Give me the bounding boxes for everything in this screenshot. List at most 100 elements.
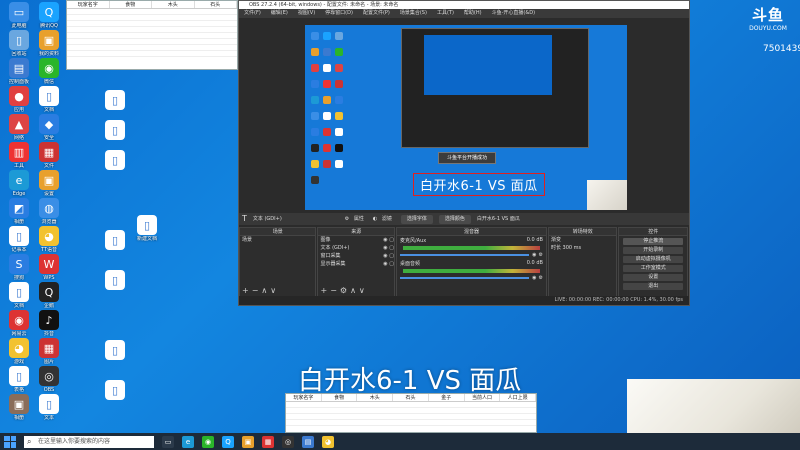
nested-obs-preview [401, 28, 589, 148]
preview-mini-icon [335, 48, 343, 56]
properties-button[interactable]: ⚙ 属性 [345, 213, 367, 225]
store-icon[interactable]: ▤ [302, 435, 314, 448]
column-header[interactable]: 金子 [429, 394, 465, 401]
volume-icon[interactable]: ◉ [532, 252, 536, 258]
edge-icon[interactable]: e [182, 435, 194, 448]
app-icon: ▯ [9, 226, 29, 246]
app-icon: ◆ [39, 114, 59, 134]
menu-item[interactable]: 停靠窗口(D) [320, 9, 358, 18]
column-header[interactable]: 石头 [195, 1, 237, 8]
column-header[interactable]: 食物 [110, 1, 152, 8]
preview-mini-icon [335, 144, 343, 152]
control-button[interactable]: 开始录制 [623, 247, 683, 254]
volume-slider[interactable] [399, 254, 530, 256]
desktop-icon[interactable]: ▯ [96, 90, 134, 110]
preview-overlay-text[interactable]: 白开水6-1 VS 面瓜 [413, 173, 545, 196]
start-button[interactable] [4, 435, 16, 448]
lock-icon[interactable]: ▢ [389, 260, 394, 268]
lock-icon[interactable]: ▢ [389, 236, 394, 244]
scene-item[interactable]: 场景 [240, 236, 315, 244]
preview-mini-icon [323, 112, 331, 120]
menu-item[interactable]: 视图(V) [293, 9, 320, 18]
document-icon: ▯ [105, 230, 125, 250]
spreadsheet-window[interactable]: 玩家名字 食物 木头 石头 [66, 0, 238, 70]
volume-slider[interactable] [399, 277, 530, 279]
source-item[interactable]: 图像 ◉ ▢ [318, 236, 393, 244]
preview-mini-icon [335, 128, 343, 136]
obs-preview[interactable]: 斗鱼平台开播成功 白开水6-1 VS 面瓜 [305, 25, 627, 210]
menu-item[interactable]: 场景集合(S) [395, 9, 432, 18]
text-value-field[interactable]: 白开水6-1 VS 面瓜 [477, 213, 520, 225]
desktop-icon[interactable]: ▯ [96, 120, 134, 140]
desktop-icon[interactable]: ▯ [96, 270, 134, 290]
scene-controls[interactable]: +−∧∨ [242, 286, 279, 295]
lock-icon[interactable]: ▢ [389, 244, 394, 252]
control-button[interactable]: 退出 [623, 283, 683, 290]
column-header[interactable]: 玩家名字 [67, 1, 110, 8]
desktop-icon[interactable]: ▯ [96, 150, 134, 170]
menu-item[interactable]: 斗鱼-开心直播(&D) [487, 9, 540, 18]
qq-icon[interactable]: Q [222, 435, 234, 448]
filters-button[interactable]: ◐ 滤镜 [373, 213, 395, 225]
preview-mini-icon [311, 112, 319, 120]
webcam-overlay-image [627, 379, 800, 439]
menu-item[interactable]: 文件(F) [239, 9, 266, 18]
taskbar: ⌕ 在这里输入你要搜索的内容 ▭ e ◉ Q ▣ ▦ ◎ ▤ ◕ [0, 433, 800, 450]
column-header[interactable]: 石头 [393, 394, 429, 401]
task-view-icon[interactable]: ▭ [162, 435, 174, 448]
desktop-icon[interactable]: ▯ [96, 380, 134, 400]
gear-icon[interactable]: ⚙ [538, 275, 542, 281]
select-font-button[interactable]: 选择字体 [400, 214, 433, 224]
menu-item[interactable]: 帮助(H) [459, 9, 487, 18]
taskbar-search-input[interactable]: ⌕ 在这里输入你要搜索的内容 [24, 435, 154, 448]
scoreboard-spreadsheet[interactable]: 玩家名字 食物 木头 石头 金子 当前人口 人口上限 [285, 393, 537, 433]
app-icon: ▦ [39, 142, 59, 162]
column-header[interactable]: 当前人口 [465, 394, 501, 401]
source-controls[interactable]: +−⚙∧∨ [320, 286, 367, 295]
desktop-icon[interactable]: ▯ 文本 [30, 394, 68, 427]
menu-item[interactable]: 编辑(E) [266, 9, 293, 18]
source-item[interactable]: 文本 (GDI+) ◉ ▢ [318, 244, 393, 252]
transition-duration[interactable]: 时长 300 ms [549, 244, 617, 252]
column-header[interactable]: 食物 [322, 394, 358, 401]
source-toolbar: T 文本 (GDI+) ⚙ 属性 ◐ 滤镜 选择字体 选择颜色 白开水6-1 V… [239, 213, 689, 225]
preview-mini-icon [335, 112, 343, 120]
volume-meter [402, 246, 540, 250]
game-icon[interactable]: ◕ [322, 435, 334, 448]
control-button[interactable]: 设置 [623, 274, 683, 281]
column-header[interactable]: 玩家名字 [286, 394, 322, 401]
preview-mini-icon [311, 96, 319, 104]
control-button[interactable]: 工作室模式 [623, 265, 683, 272]
files-icon[interactable]: ▣ [242, 435, 254, 448]
column-header[interactable]: 木头 [152, 1, 195, 8]
desktop-file[interactable]: ▯ 新建文档 [128, 215, 166, 248]
menu-item[interactable]: 工具(T) [432, 9, 459, 18]
preview-mini-icon [323, 144, 331, 152]
obs-window[interactable]: OBS 27.2.4 (64-bit, windows) - 配置文件: 未命名… [238, 0, 690, 306]
select-color-button[interactable]: 选择颜色 [438, 214, 471, 224]
column-header[interactable]: 木头 [357, 394, 394, 401]
obs-icon[interactable]: ◎ [282, 435, 294, 448]
column-header[interactable]: 人口上限 [500, 394, 537, 401]
visibility-eye-icon[interactable]: ◉ [383, 244, 387, 252]
wechat-icon[interactable]: ◉ [202, 435, 214, 448]
desktop-icon[interactable]: ▯ [96, 340, 134, 360]
transition-type-select[interactable]: 渐变 [549, 236, 617, 244]
preview-mini-icon [311, 32, 319, 40]
document-icon: ▯ [105, 150, 125, 170]
volume-icon[interactable]: ◉ [532, 275, 536, 281]
control-button[interactable]: 启动虚拟摄像机 [623, 256, 683, 263]
menu-item[interactable]: 配置文件(P) [358, 9, 395, 18]
visibility-eye-icon[interactable]: ◉ [383, 260, 387, 268]
app-icon: ◉ [39, 58, 59, 78]
gear-icon[interactable]: ⚙ [538, 252, 542, 258]
obs-status-bar: LIVE: 00:00:00 REC: 00:00:00 CPU: 1.4%, … [239, 296, 689, 305]
source-item[interactable]: 显示器采集 ◉ ▢ [318, 260, 393, 268]
preview-mini-icon [335, 96, 343, 104]
lock-icon[interactable]: ▢ [389, 252, 394, 260]
visibility-eye-icon[interactable]: ◉ [383, 252, 387, 260]
control-button[interactable]: 停止推流 [623, 238, 683, 245]
app-icon[interactable]: ▦ [262, 435, 274, 448]
source-item[interactable]: 窗口采集 ◉ ▢ [318, 252, 393, 260]
visibility-eye-icon[interactable]: ◉ [383, 236, 387, 244]
